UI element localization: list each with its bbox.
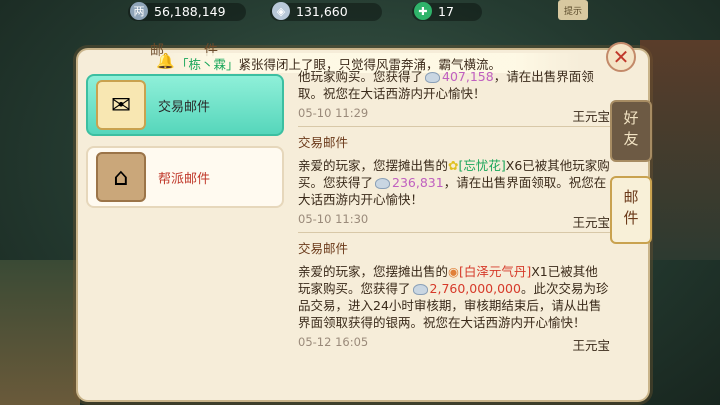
category-trade-mail[interactable]: ✉ 交易邮件 (86, 74, 284, 136)
divider (298, 126, 610, 127)
silver-counter: ◈ 131,660 (272, 2, 348, 20)
item-icon: ◉ (448, 264, 459, 279)
mail-sender: 王元宝 (572, 215, 610, 230)
mail-date: 05-12 16:05 (298, 335, 369, 349)
mail-item[interactable]: 交易邮件 亲爱的玩家，您摆摊出售的◉[白泽元气丹]X1已被其他玩家购买。您获得了… (298, 238, 610, 354)
category-guild-mail[interactable]: ⌂ 帮派邮件 (86, 146, 284, 208)
mail-date: 05-10 11:30 (298, 212, 369, 226)
mail-sender: 王元宝 (572, 338, 610, 353)
tab-friends[interactable]: 好友 (610, 100, 652, 162)
category-label: 交易邮件 (158, 99, 211, 115)
tael-counter: 两 56,188,149 (130, 2, 226, 20)
guild-mail-icon: ⌂ (96, 152, 146, 202)
divider (298, 232, 610, 233)
jade-value: 17 (438, 3, 454, 19)
silver-coin-icon (425, 72, 441, 83)
silver-coin-icon (412, 284, 428, 295)
jade-icon: ✚ (414, 2, 432, 20)
mail-body: 亲爱的玩家，您摆摊出售的✿[忘忧花]X6已被其他玩家购买。您获得了 236,831… (298, 158, 610, 207)
background-building (640, 40, 720, 260)
mail-sender: 王元宝 (572, 109, 610, 124)
item-icon: ✿ (448, 158, 459, 173)
mail-list[interactable]: 他玩家购买。您获得了 407,158，请在出售界面领取。祝您在大话西游内开心愉快！… (298, 64, 618, 394)
mail-body: 他玩家购买。您获得了 407,158，请在出售界面领取。祝您在大话西游内开心愉快！ (298, 69, 594, 101)
silver-value: 131,660 (296, 3, 348, 19)
mail-item[interactable]: 他玩家购买。您获得了 407,158，请在出售界面领取。祝您在大话西游内开心愉快！… (298, 68, 610, 125)
category-label: 帮派邮件 (158, 171, 211, 187)
trade-mail-icon: ✉ (96, 80, 146, 130)
mail-subject: 交易邮件 (298, 241, 349, 256)
currency-bar: 两 56,188,149 ◈ 131,660 ✚ 17 提示 (0, 0, 720, 26)
tael-value: 56,188,149 (154, 3, 226, 19)
broadcast-player: 「栋丶霖」 (176, 56, 239, 72)
mail-item[interactable]: 交易邮件 亲爱的玩家，您摆摊出售的✿[忘忧花]X6已被其他玩家购买。您获得了 23… (298, 132, 610, 231)
mail-category-list: ✉ 交易邮件 ⌂ 帮派邮件 (86, 74, 286, 394)
silver-coin-icon (375, 178, 391, 189)
tab-mail[interactable]: 邮件 (610, 176, 652, 244)
settings-button[interactable]: 提示 (558, 0, 588, 20)
tael-icon: 两 (130, 2, 148, 20)
mail-date: 05-10 11:29 (298, 106, 369, 120)
jade-counter: ✚ 17 (414, 2, 454, 20)
bell-icon: 🔔 (156, 52, 175, 70)
mail-subject: 交易邮件 (298, 135, 349, 150)
silver-icon: ◈ (272, 2, 290, 20)
background-terrain (0, 260, 80, 405)
mail-body: 亲爱的玩家，您摆摊出售的◉[白泽元气丹]X1已被其他玩家购买。您获得了 2,760… (298, 264, 609, 330)
